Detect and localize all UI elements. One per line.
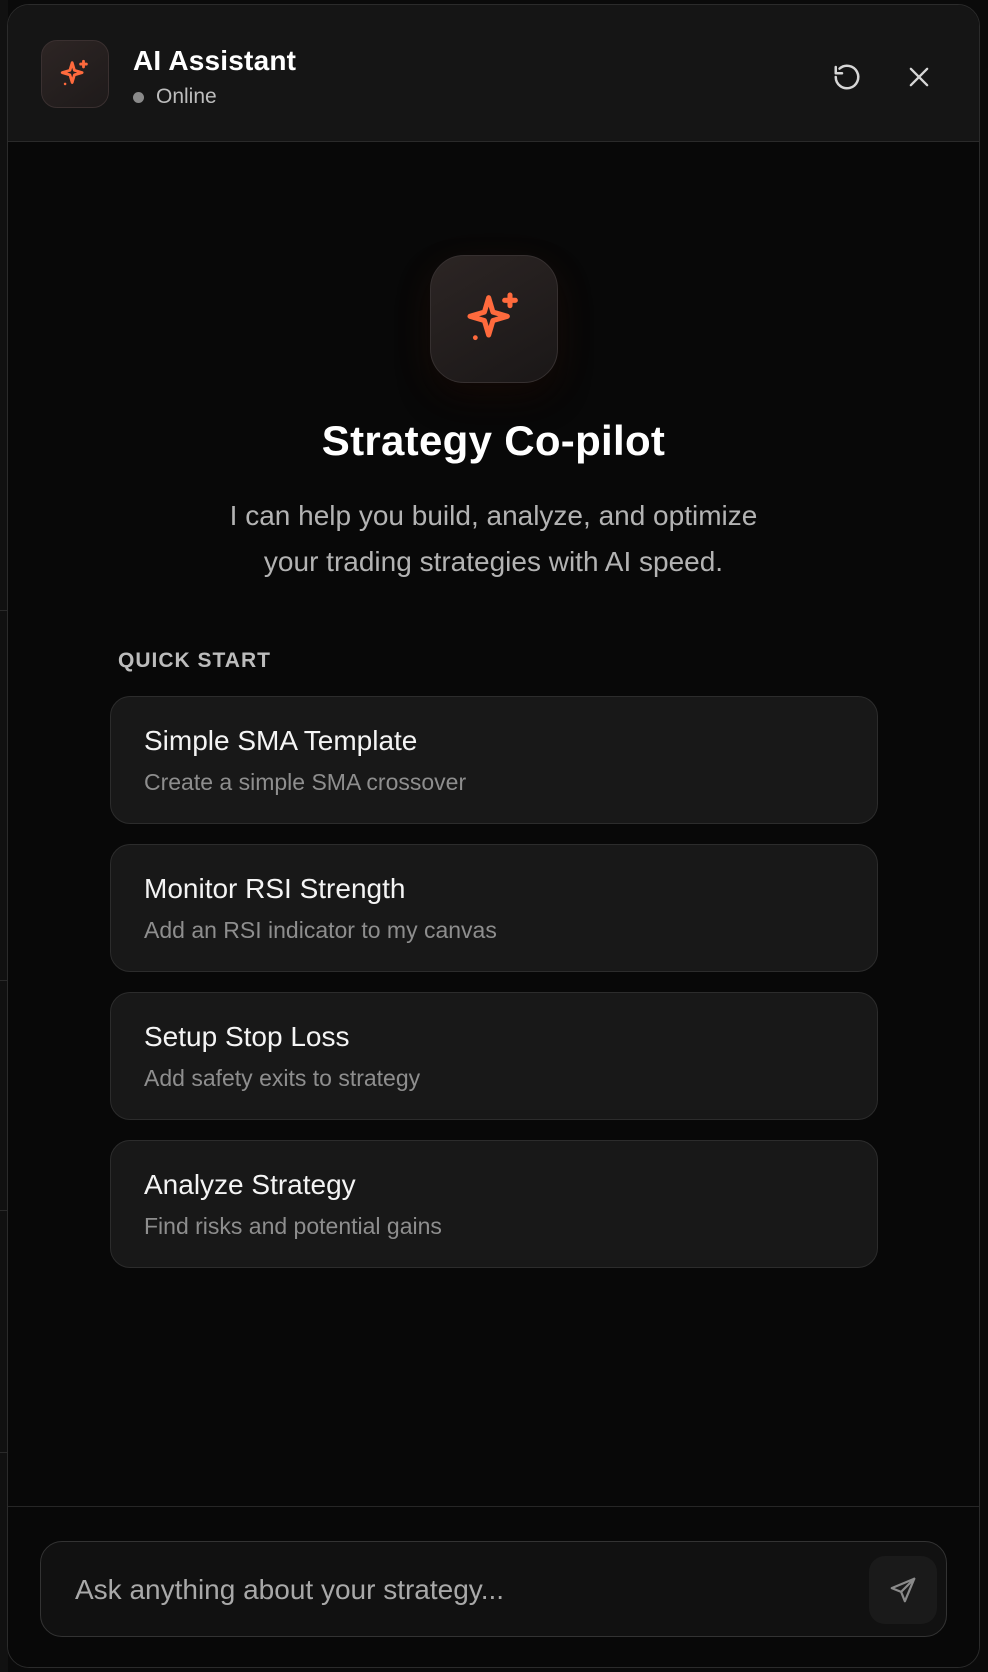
header-title: AI Assistant [133, 45, 297, 76]
composer-footer [8, 1506, 979, 1667]
assistant-avatar [41, 40, 109, 108]
sparkle-icon [60, 59, 88, 86]
panel-header: AI Assistant Online [8, 5, 979, 142]
reset-icon [834, 64, 860, 90]
hero-description-line: your trading strategies with AI speed. [263, 546, 724, 577]
quick-start-card-sma[interactable]: Simple SMA Template Create a simple SMA … [110, 696, 878, 824]
chat-input[interactable] [73, 1562, 853, 1618]
card-subtitle: Create a simple SMA crossover [144, 769, 467, 795]
hero-sparkle-badge [430, 255, 558, 383]
status-indicator: Online [133, 85, 217, 109]
quick-start-card-rsi[interactable]: Monitor RSI Strength Add an RSI indicato… [110, 844, 878, 972]
card-title: Analyze Strategy [144, 1169, 356, 1200]
ai-assistant-panel: AI Assistant Online Strategy Co-pilot I … [7, 4, 980, 1668]
hero-description-line: I can help you build, analyze, and optim… [229, 500, 758, 531]
card-subtitle: Add an RSI indicator to my canvas [144, 917, 497, 943]
status-dot [133, 91, 144, 103]
quick-start-card-analyze[interactable]: Analyze Strategy Find risks and potentia… [110, 1140, 878, 1268]
sparkle-icon [467, 292, 518, 341]
card-title: Simple SMA Template [144, 725, 418, 756]
card-subtitle: Add safety exits to strategy [144, 1065, 421, 1091]
status-text: Online [156, 85, 217, 108]
hero-title: Strategy Co-pilot [321, 417, 666, 464]
close-icon [909, 67, 929, 87]
quick-start-card-stop-loss[interactable]: Setup Stop Loss Add safety exits to stra… [110, 992, 878, 1120]
card-subtitle: Find risks and potential gains [144, 1213, 442, 1239]
send-button[interactable] [869, 1556, 937, 1624]
reset-button[interactable] [825, 55, 869, 99]
composer-box [40, 1541, 947, 1637]
card-title: Monitor RSI Strength [144, 873, 406, 904]
hero-description: I can help you build, analyze, and optim… [168, 493, 819, 585]
card-title: Setup Stop Loss [144, 1021, 350, 1052]
send-icon [890, 1577, 916, 1603]
close-button[interactable] [897, 55, 941, 99]
quick-start-heading: QUICK START [118, 649, 271, 672]
